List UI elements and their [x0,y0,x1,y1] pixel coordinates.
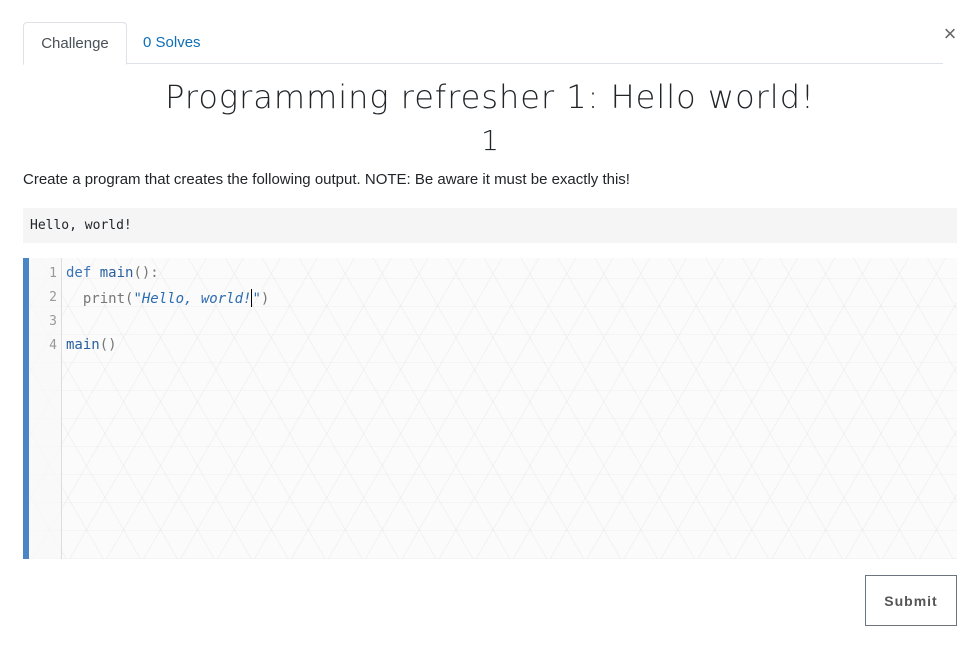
expected-output-block: Hello, world! [23,208,957,243]
punctuation-token: (): [133,265,159,281]
challenge-tabs: Challenge 0 Solves [23,22,943,65]
line-number: 1 [49,266,57,281]
line-number: 3 [49,314,57,329]
tab-challenge[interactable]: Challenge [23,22,127,65]
challenge-value: 1 [481,124,499,157]
tab-solves[interactable]: 0 Solves [127,22,217,64]
function-token: main [99,265,134,281]
line-number: 4 [49,338,57,353]
line-number-gutter: 1 2 3 4 [29,258,62,559]
code-line[interactable]: print("Hello, world!") [66,289,269,307]
string-token: "Hello, world! [133,291,252,307]
function-token: print [82,291,126,307]
code-line[interactable]: def main(): [66,265,159,281]
code-line[interactable]: main() [66,337,117,353]
line-number: 2 [49,290,57,305]
submit-button[interactable]: Submit [865,575,957,626]
close-icon[interactable]: × [940,23,960,45]
string-token: " [252,291,261,307]
challenge-description: Create a program that creates the follow… [23,171,630,188]
challenge-title: Programming refresher 1: Hello world! [165,78,815,116]
code-editor[interactable]: 1 2 3 4 def main(): print("Hello, world!… [23,258,957,559]
punctuation-token: () [99,337,117,353]
keyword-token: def [66,265,92,281]
punctuation-token: ) [260,291,270,307]
function-token: main [66,337,100,353]
